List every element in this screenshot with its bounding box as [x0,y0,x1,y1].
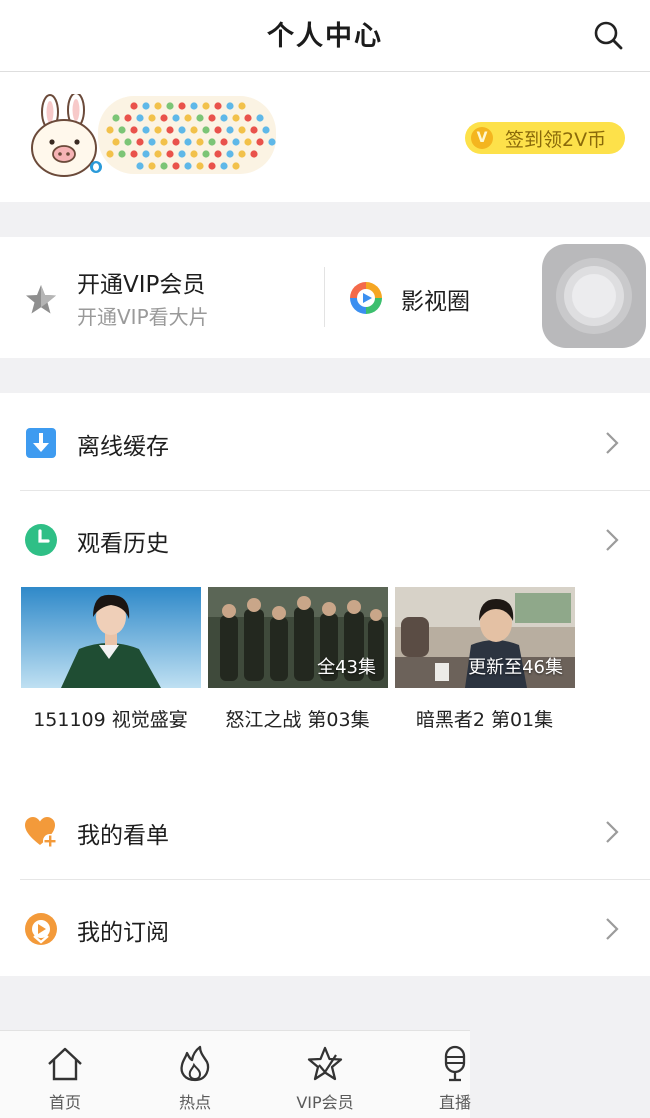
search-icon [594,21,623,50]
menu-list-secondary: 我的看单 我的订阅 [0,782,650,976]
subscribe-icon [25,913,57,945]
checkin-label: 签到领2V币 [505,128,607,151]
assistive-core [564,266,624,326]
divider [324,267,325,327]
tab-vip[interactable]: VIP会员 [280,1031,370,1118]
episode-badge: 全43集 [317,657,376,678]
bottom-tab-bar: 首页 热点 VIP会员 直播 [0,1030,471,1118]
heart-plus-icon [25,817,57,848]
profile-section: V 签到领2V币 [0,72,650,202]
chevron-right-icon [606,821,619,843]
page-title: 个人中心 [267,21,383,52]
nickname-art [96,92,278,178]
episode-badge: 更新至46集 [468,657,563,678]
chevron-right-icon [606,529,619,551]
open-vip-subtitle: 开通VIP看大片 [77,305,209,329]
history-thumbnail[interactable]: 全43集 [208,587,388,688]
history-item-title[interactable]: 暗黑者2 第01集 [392,705,577,732]
watch-history-row[interactable]: 观看历史 [0,490,650,587]
home-icon [48,1047,82,1081]
history-thumbnail[interactable] [21,587,201,688]
checkin-button[interactable]: V 签到领2V币 [465,122,625,154]
search-button[interactable] [590,17,626,53]
header: 个人中心 [0,0,650,72]
tab-hot-label: 热点 [178,1093,211,1112]
tab-hot[interactable]: 热点 [150,1031,240,1118]
my-subscription-row[interactable]: 我的订阅 [0,879,650,976]
history-item-title[interactable]: 怒江之战 第03集 [205,705,390,732]
video-circle-icon [350,282,382,314]
tab-home-label: 首页 [48,1093,81,1112]
my-subscription-label: 我的订阅 [77,920,169,946]
chevron-right-icon [606,918,619,940]
history-thumbnail-image [21,587,201,688]
assistive-inner [572,274,616,318]
tab-live[interactable]: 直播 [410,1031,500,1118]
history-thumbnail[interactable]: 更新至46集 [395,587,575,688]
clock-icon [25,524,57,556]
tab-home[interactable]: 首页 [20,1031,110,1118]
polka-dot-nickname-icon [98,96,276,174]
my-watchlist-label: 我的看单 [77,823,169,849]
open-vip-title: 开通VIP会员 [77,272,206,298]
tab-live-label: 直播 [438,1093,471,1112]
v-coin-icon: V [471,127,493,149]
history-item-title[interactable]: 151109 视觉盛宴 [18,705,203,732]
vip-star-icon [307,1046,343,1081]
menu-list-primary: 离线缓存 观看历史 全43集 更新至46集 151109 视觉盛宴 怒江之战 第… [0,393,650,782]
offline-cache-label: 离线缓存 [77,434,169,460]
chevron-right-icon [606,432,619,454]
video-circle-label: 影视圈 [401,289,470,315]
download-icon [26,428,56,458]
star-icon [26,285,56,314]
tab-vip-label: VIP会员 [296,1093,354,1112]
microphone-icon [444,1045,466,1082]
offline-cache-row[interactable]: 离线缓存 [0,393,650,490]
assistive-touch-button[interactable] [542,244,646,348]
watch-history-label: 观看历史 [77,531,169,557]
flame-icon [180,1045,210,1082]
my-watchlist-row[interactable]: 我的看单 [0,782,650,879]
